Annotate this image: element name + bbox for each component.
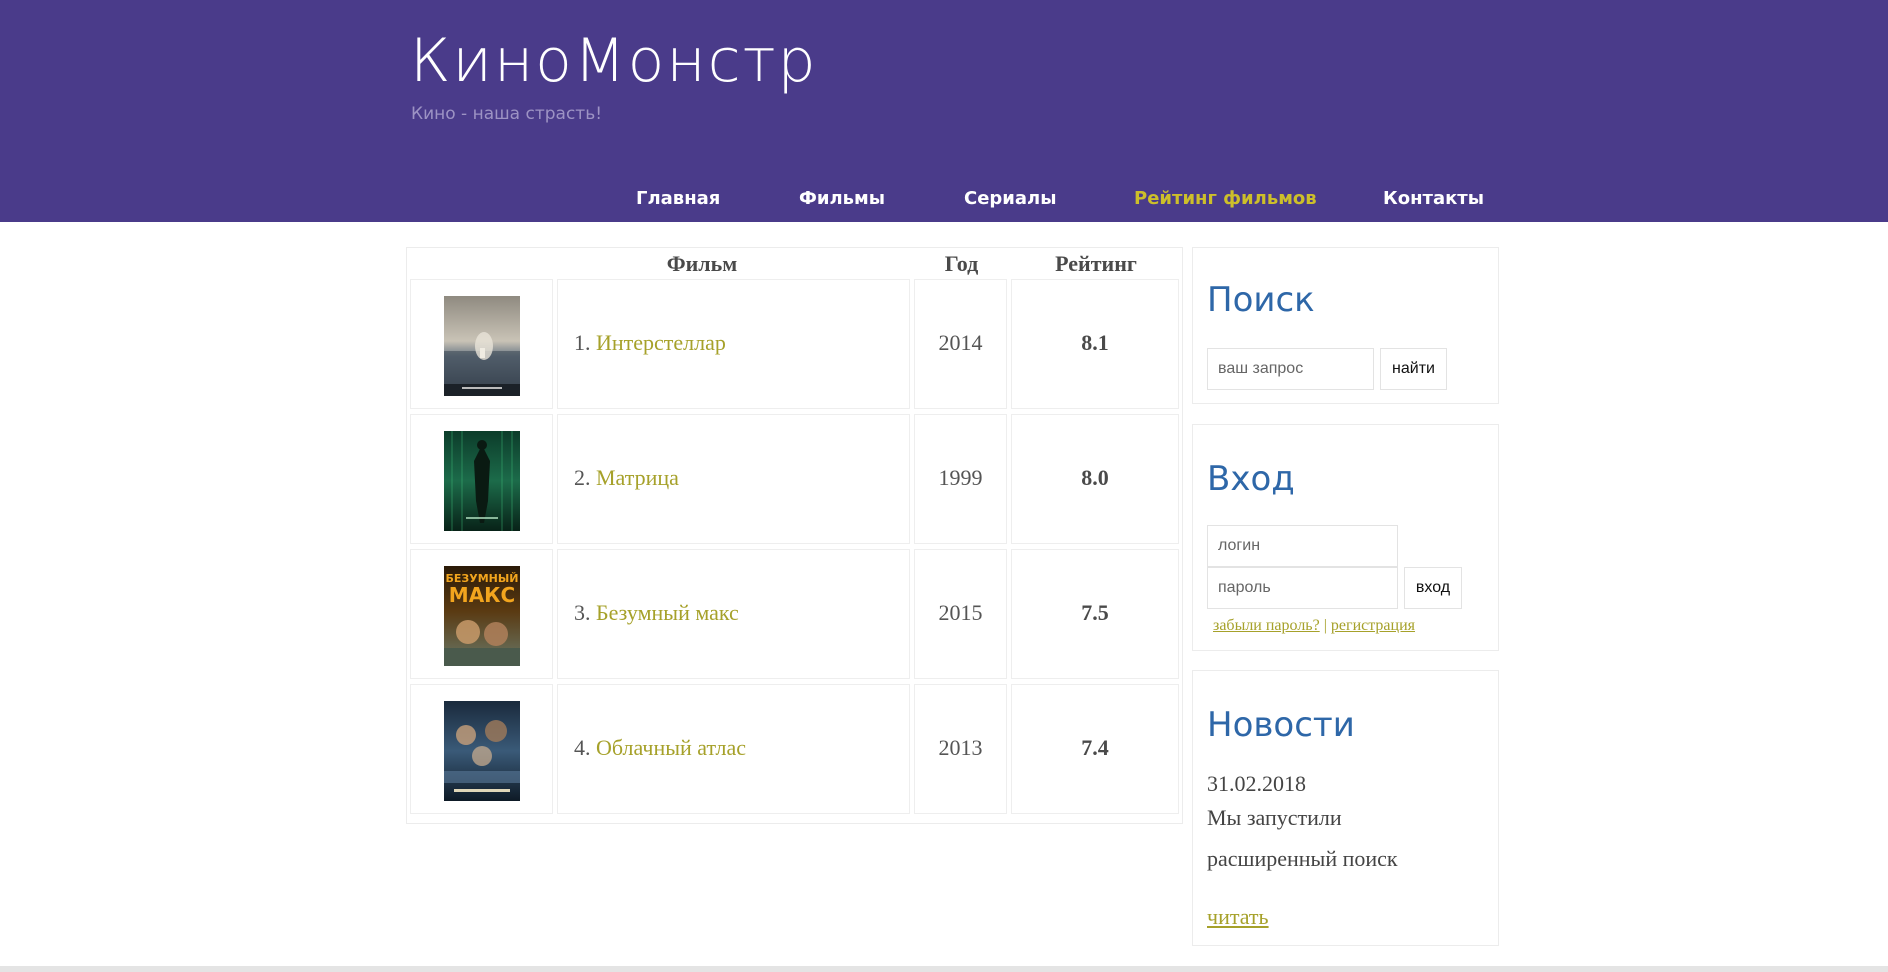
search-widget: Поиск найти xyxy=(1192,247,1499,404)
poster-cell xyxy=(410,414,553,544)
movie-number: 3. xyxy=(574,600,591,625)
rating-cell: 8.1 xyxy=(1011,279,1179,409)
register-link[interactable]: регистрация xyxy=(1331,617,1415,634)
login-field[interactable] xyxy=(1207,525,1398,567)
login-button[interactable]: вход xyxy=(1404,567,1462,609)
search-title: Поиск xyxy=(1207,280,1315,320)
movie-number: 1. xyxy=(574,330,591,355)
column-header-film: Фильм xyxy=(666,251,738,276)
matrix-poster[interactable] xyxy=(444,431,520,531)
password-field[interactable] xyxy=(1207,567,1398,609)
movie-year: 2013 xyxy=(938,735,983,760)
movie-number: 4. xyxy=(574,735,591,760)
nav-rating[interactable]: Рейтинг фильмов xyxy=(1134,188,1317,209)
poster-cell xyxy=(410,279,553,409)
movie-number: 2. xyxy=(574,465,591,490)
search-button[interactable]: найти xyxy=(1380,348,1447,390)
nav-series[interactable]: Сериалы xyxy=(964,188,1057,209)
table-row: 1. Интерстеллар 2014 8.1 xyxy=(410,279,1179,411)
news-text-line: Мы запустили xyxy=(1207,805,1342,830)
news-title: Новости xyxy=(1207,705,1355,745)
title-cell: 3. Безумный макс xyxy=(557,549,910,679)
cloud-atlas-poster[interactable] xyxy=(444,701,520,801)
title-cell: 2. Матрица xyxy=(557,414,910,544)
rating-cell: 8.0 xyxy=(1011,414,1179,544)
nav-contacts[interactable]: Контакты xyxy=(1383,188,1484,209)
movie-title-link[interactable]: Безумный макс xyxy=(596,600,739,625)
mad-max-poster[interactable]: БЕЗУМНЫЙ МАКС xyxy=(444,566,520,666)
site-header: КиноМонстр Кино - наша страсть! Главная … xyxy=(0,0,1888,222)
site-tagline: Кино - наша страсть! xyxy=(411,104,603,124)
poster-cell xyxy=(410,684,553,814)
news-widget: Новости 31.02.2018 Мы запустили расширен… xyxy=(1192,670,1499,946)
site-title[interactable]: КиноМонстр xyxy=(410,26,818,96)
title-cell: 4. Облачный атлас xyxy=(557,684,910,814)
news-text-line: расширенный поиск xyxy=(1207,846,1398,871)
column-header-year: Год xyxy=(944,251,979,276)
table-row: 2. Матрица 1999 8.0 xyxy=(410,414,1179,546)
movie-rating: 8.1 xyxy=(1081,330,1109,355)
movie-title-link[interactable]: Матрица xyxy=(596,465,679,490)
movie-year: 2015 xyxy=(938,600,983,625)
login-widget: Вход вход забыли пароль? | регистрация xyxy=(1192,424,1499,651)
poster-cell: БЕЗУМНЫЙ МАКС xyxy=(410,549,553,679)
search-input[interactable] xyxy=(1207,348,1374,390)
forgot-password-link[interactable]: забыли пароль? xyxy=(1213,617,1320,634)
login-title: Вход xyxy=(1207,459,1295,499)
movies-rating-table: Фильм Год Рейтинг 1. Интерстеллар 2014 8… xyxy=(406,247,1183,824)
footer-divider xyxy=(0,966,1888,972)
year-cell: 2015 xyxy=(914,549,1007,679)
table-row: БЕЗУМНЫЙ МАКС 3. Безумный макс 2015 7.5 xyxy=(410,549,1179,681)
nav-home[interactable]: Главная xyxy=(636,188,720,209)
movie-rating: 8.0 xyxy=(1081,465,1109,490)
movie-rating: 7.4 xyxy=(1081,735,1109,760)
nav-films[interactable]: Фильмы xyxy=(799,188,885,209)
link-separator: | xyxy=(1323,617,1327,634)
year-cell: 2014 xyxy=(914,279,1007,409)
movie-year: 2014 xyxy=(938,330,983,355)
movie-year: 1999 xyxy=(938,465,983,490)
column-header-rating: Рейтинг xyxy=(1055,251,1137,276)
news-read-more-link[interactable]: читать xyxy=(1207,904,1269,930)
table-row: 4. Облачный атлас 2013 7.4 xyxy=(410,684,1179,816)
year-cell: 2013 xyxy=(914,684,1007,814)
rating-cell: 7.4 xyxy=(1011,684,1179,814)
news-date: 31.02.2018 xyxy=(1207,771,1306,796)
poster-caption: МАКС xyxy=(449,583,515,607)
rating-cell: 7.5 xyxy=(1011,549,1179,679)
interstellar-poster[interactable] xyxy=(444,296,520,396)
movie-rating: 7.5 xyxy=(1081,600,1109,625)
year-cell: 1999 xyxy=(914,414,1007,544)
title-cell: 1. Интерстеллар xyxy=(557,279,910,409)
login-links: забыли пароль? | регистрация xyxy=(1213,617,1415,635)
movie-title-link[interactable]: Интерстеллар xyxy=(596,330,726,355)
movie-title-link[interactable]: Облачный атлас xyxy=(596,735,746,760)
